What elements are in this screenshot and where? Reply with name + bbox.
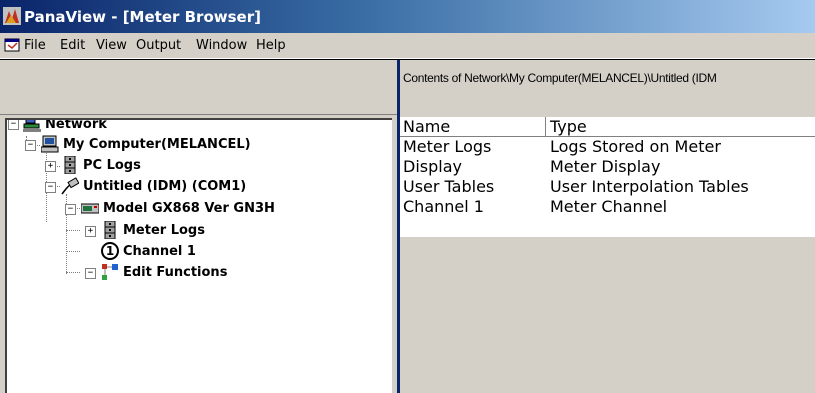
log-cabinet-icon [64, 156, 76, 174]
tree-node-model-gx868[interactable]: Model GX868 Ver GN3H [81, 198, 275, 218]
list-row[interactable]: Meter Logs Logs Stored on Meter [400, 137, 815, 157]
right-pane: Contents of Network\My Computer(MELANCEL… [400, 60, 815, 393]
menu-window[interactable]: Window [196, 38, 247, 53]
tree-node-pc-logs[interactable]: PC Logs [61, 155, 141, 175]
row-type: Meter Channel [550, 197, 668, 216]
svg-text:1: 1 [106, 244, 114, 258]
row-type: Logs Stored on Meter [550, 137, 721, 156]
untitled-collapse-toggle[interactable]: − [45, 182, 56, 193]
tree-label-model-gx868: Model GX868 Ver GN3H [103, 200, 275, 216]
row-name: Meter Logs [403, 137, 492, 156]
menu-bar: File Edit View Output Window Help [0, 33, 815, 59]
edit-functions-collapse-toggle[interactable]: − [85, 268, 96, 279]
column-header-name[interactable]: Name [403, 117, 450, 136]
list-row[interactable]: Display Meter Display [400, 157, 815, 177]
computer-icon [41, 135, 59, 153]
tree-label-untitled-idm-com1: Untitled (IDM) (COM1) [83, 178, 247, 194]
pc-logs-expand-toggle[interactable]: + [45, 161, 56, 172]
network-collapse-toggle[interactable]: − [8, 120, 19, 130]
meter-logs-expand-toggle[interactable]: + [85, 226, 96, 237]
row-name: Channel 1 [403, 197, 484, 216]
list-row[interactable]: User Tables User Interpolation Tables [400, 177, 815, 197]
menu-output[interactable]: Output [136, 38, 181, 53]
log-cabinet-icon [104, 221, 116, 239]
menu-view[interactable]: View [96, 38, 127, 53]
column-header-type[interactable]: Type [550, 117, 587, 136]
tree-label-edit-functions: Edit Functions [123, 264, 228, 280]
row-name: Display [403, 157, 462, 176]
window-title: PanaView - [Meter Browser] [24, 8, 261, 26]
functions-icon [102, 264, 118, 280]
contents-path-caption: Contents of Network\My Computer(MELANCEL… [403, 71, 717, 85]
tree-node-edit-functions[interactable]: Edit Functions [101, 262, 227, 282]
model-collapse-toggle[interactable]: − [65, 204, 76, 215]
tree-node-untitled-idm-com1[interactable]: Untitled (IDM) (COM1) [61, 176, 246, 196]
network-icon [23, 120, 41, 132]
tree-label-network: Network [45, 118, 107, 132]
left-pane-header [0, 60, 397, 115]
computer-collapse-toggle[interactable]: − [25, 140, 36, 151]
tree-node-channel-1[interactable]: 1 Channel 1 [101, 241, 196, 261]
meter-device-icon [81, 203, 99, 214]
network-tree[interactable]: − Network − My Computer(MELANCEL) + PC L… [5, 118, 392, 393]
row-type: User Interpolation Tables [550, 177, 749, 196]
tree-node-meter-logs[interactable]: Meter Logs [101, 220, 205, 240]
column-divider[interactable] [545, 117, 546, 136]
channel-number-icon: 1 [101, 242, 119, 260]
tree-label-channel-1: Channel 1 [123, 243, 196, 259]
row-type: Meter Display [550, 157, 661, 176]
tree-label-my-computer: My Computer(MELANCEL) [63, 136, 251, 152]
menu-edit[interactable]: Edit [60, 38, 85, 53]
left-pane: − Network − My Computer(MELANCEL) + PC L… [0, 60, 397, 393]
tree-label-pc-logs: PC Logs [83, 157, 141, 173]
menu-help[interactable]: Help [256, 38, 286, 53]
tree-node-network[interactable]: Network [23, 118, 107, 134]
document-menu-icon[interactable] [4, 37, 22, 53]
title-bar[interactable]: PanaView - [Meter Browser] [0, 0, 815, 33]
list-header: Name Type [400, 117, 815, 137]
tree-label-meter-logs: Meter Logs [123, 222, 205, 238]
tree-node-my-computer[interactable]: My Computer(MELANCEL) [41, 134, 251, 154]
serial-cable-icon [61, 177, 79, 195]
row-name: User Tables [403, 177, 495, 196]
list-row[interactable]: Channel 1 Meter Channel [400, 197, 815, 217]
panaview-app-icon [3, 7, 21, 25]
contents-list[interactable]: Name Type Meter Logs Logs Stored on Mete… [400, 117, 815, 237]
menu-file[interactable]: File [24, 38, 46, 53]
